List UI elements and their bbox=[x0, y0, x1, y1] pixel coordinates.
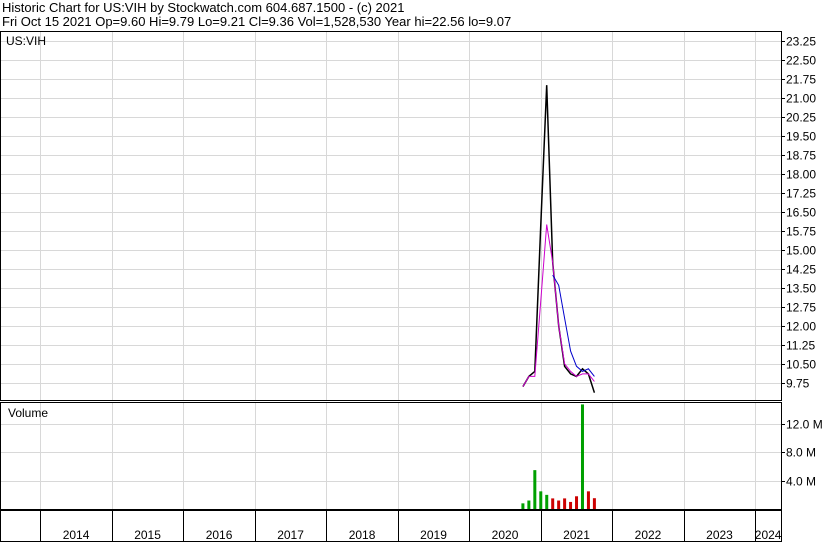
volume-bar bbox=[580, 404, 584, 509]
volume-bar bbox=[592, 498, 596, 509]
volume-bar bbox=[563, 498, 567, 509]
price-tick-label: 23.25 bbox=[786, 35, 816, 49]
price-tick-label: 9.75 bbox=[786, 377, 810, 391]
volume-bar bbox=[575, 496, 579, 509]
volume-axis: 12.0 M 8.0 M 4.0 M bbox=[781, 418, 823, 489]
volume-bar bbox=[586, 491, 590, 509]
price-axis: 23.25 22.50 21.75 21.00 20.25 19.50 18.75 18.00… bbox=[781, 35, 816, 391]
volume-bar bbox=[551, 498, 555, 509]
volume-tick-label: 8.0 M bbox=[786, 446, 816, 460]
price-tick-label: 21.75 bbox=[786, 73, 816, 87]
price-tick-label: 21.00 bbox=[786, 92, 816, 106]
xaxis-frame bbox=[0, 510, 782, 542]
price-panel-title: US:VIH bbox=[6, 34, 46, 48]
price-tick-label: 11.25 bbox=[786, 339, 815, 353]
volume-panel-frame bbox=[0, 402, 782, 510]
price-tick-label: 12.00 bbox=[786, 320, 816, 334]
volume-bar bbox=[533, 470, 537, 509]
x-tick-label: 2020 bbox=[492, 528, 519, 542]
x-tick-label: 2016 bbox=[206, 528, 233, 542]
price-tick-label: 18.00 bbox=[786, 168, 816, 182]
price-tick-label: 14.25 bbox=[786, 263, 816, 277]
volume-tick-label: 4.0 M bbox=[786, 475, 816, 489]
price-tick-label: 16.50 bbox=[786, 206, 816, 220]
price-tick-label: 15.00 bbox=[786, 244, 816, 258]
price-tick-label: 13.50 bbox=[786, 282, 816, 296]
price-tick-label: 22.50 bbox=[786, 54, 816, 68]
price-tick-label: 19.50 bbox=[786, 130, 816, 144]
x-tick-label: 2021 bbox=[563, 528, 590, 542]
x-tick-label: 2023 bbox=[706, 528, 733, 542]
x-tick-label: 2015 bbox=[134, 528, 161, 542]
x-tick-label: 2018 bbox=[349, 528, 376, 542]
price-tick-label: 15.75 bbox=[786, 225, 816, 239]
volume-tick-label: 12.0 M bbox=[786, 418, 823, 432]
x-tick-label: 2017 bbox=[277, 528, 304, 542]
volume-bar bbox=[539, 491, 543, 509]
volume-bar bbox=[521, 503, 525, 509]
price-tick-label: 18.75 bbox=[786, 149, 816, 163]
x-tick-label: 2019 bbox=[420, 528, 447, 542]
stock-chart: 23.25 22.50 21.75 21.00 20.25 19.50 18.75 18.00… bbox=[0, 31, 823, 542]
x-tick-label: 2014 bbox=[63, 528, 90, 542]
price-tick-label: 10.50 bbox=[786, 358, 816, 372]
volume-panel-title: Volume bbox=[8, 406, 48, 420]
volume-bar bbox=[557, 500, 561, 509]
price-tick-label: 12.75 bbox=[786, 301, 816, 315]
volume-bar bbox=[545, 494, 549, 509]
volume-bar bbox=[527, 500, 531, 509]
price-tick-label: 17.25 bbox=[786, 187, 816, 201]
price-tick-label: 20.25 bbox=[786, 111, 816, 125]
x-tick-label: 2022 bbox=[635, 528, 662, 542]
volume-bar bbox=[569, 501, 573, 509]
x-tick-label: 2024 bbox=[755, 528, 782, 542]
